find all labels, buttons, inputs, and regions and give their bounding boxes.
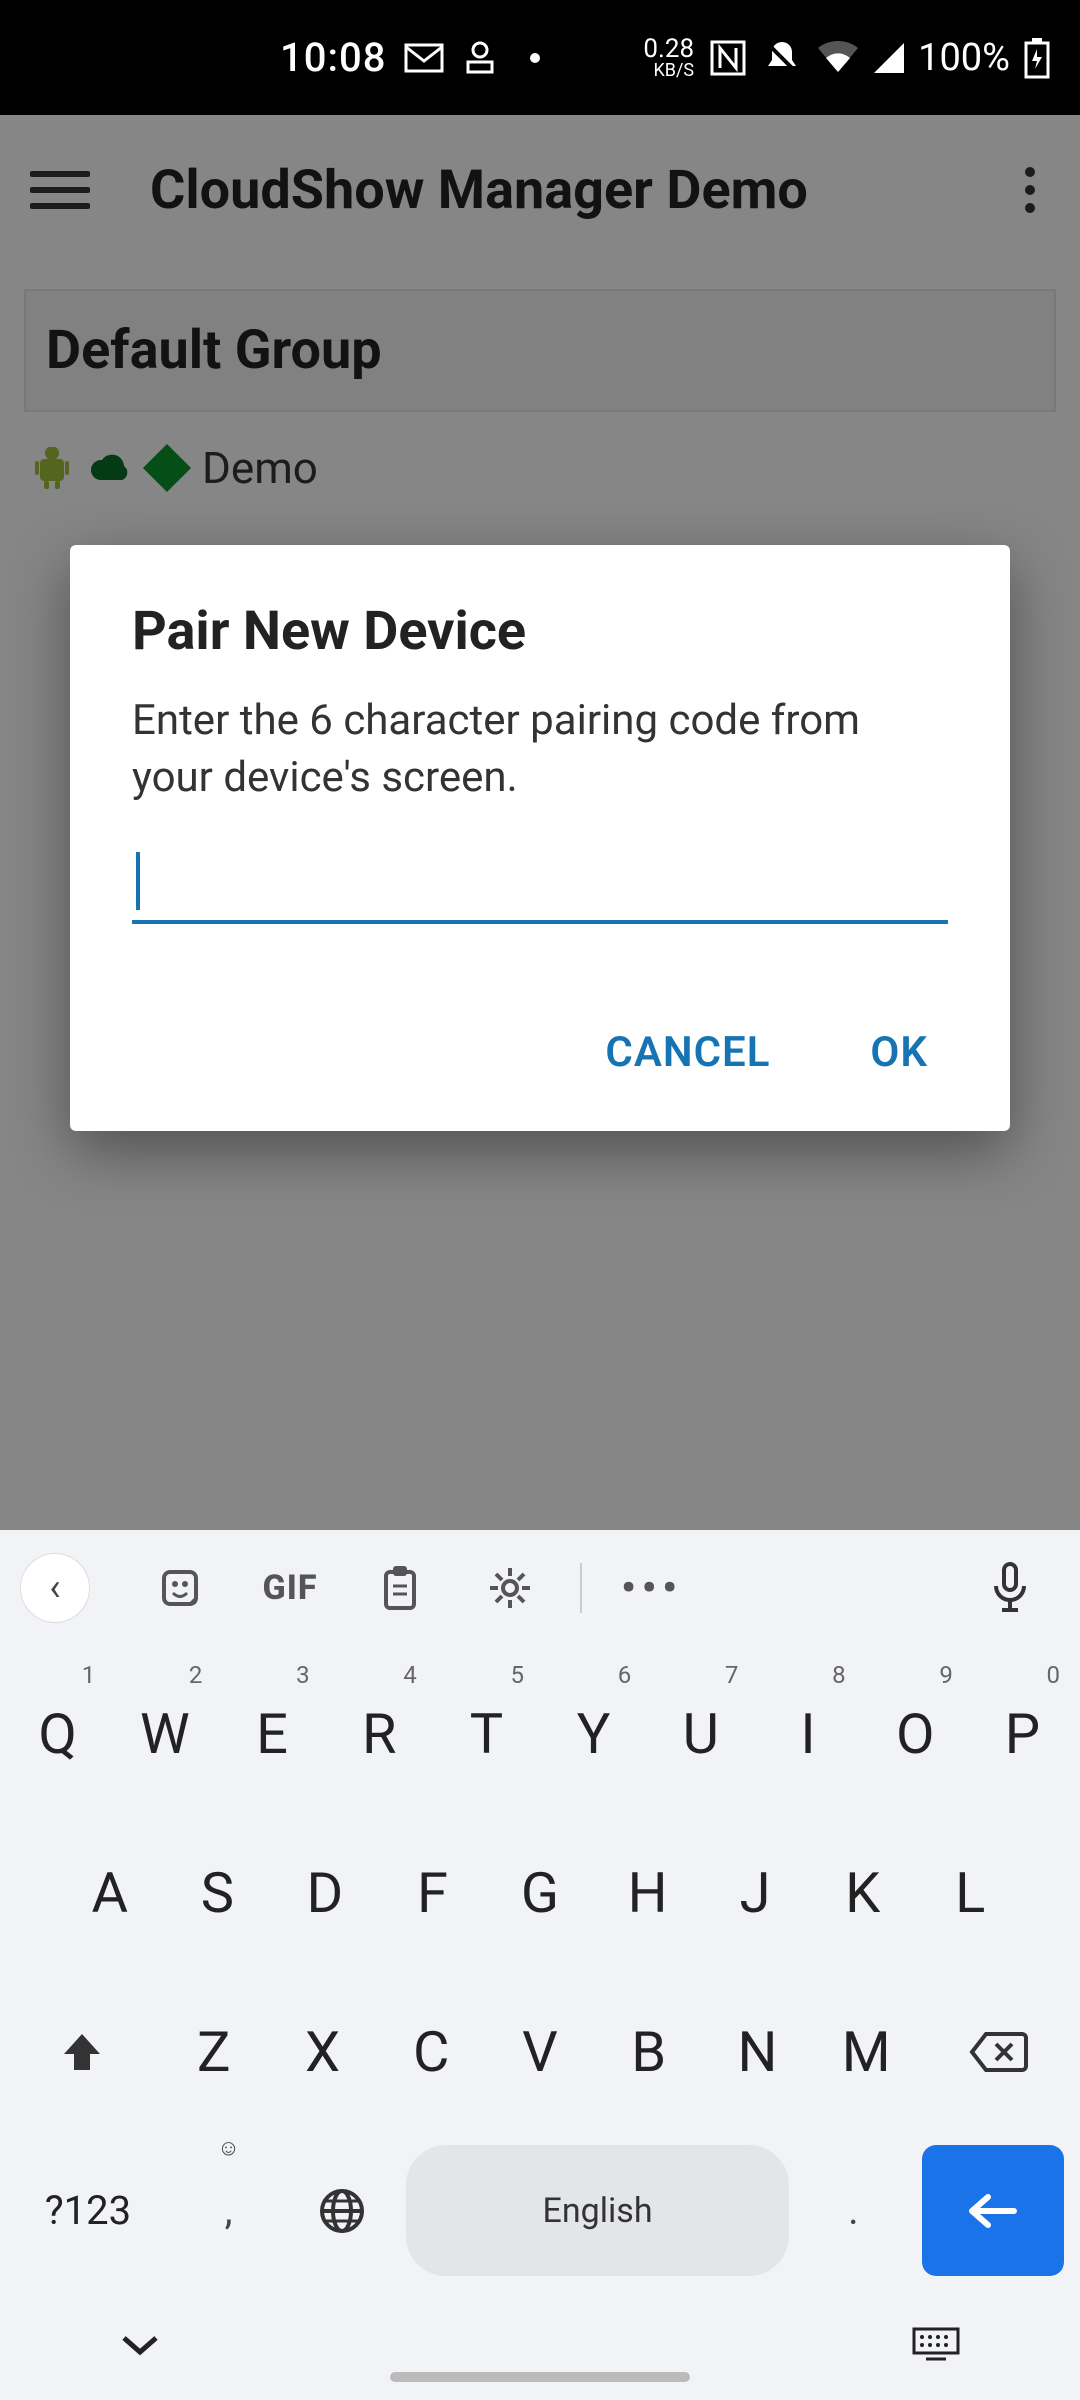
- backspace-key[interactable]: [923, 1973, 1074, 2132]
- keyboard-toolbar: ‹ GIF •••: [0, 1530, 1080, 1645]
- status-bar: 10:08 0.28 KB/S 100%: [0, 0, 1080, 115]
- language-key[interactable]: [287, 2131, 396, 2290]
- nav-collapse-icon[interactable]: [120, 2332, 160, 2358]
- enter-key[interactable]: [922, 2145, 1064, 2276]
- dialog-title: Pair New Device: [132, 600, 948, 663]
- keyboard-row-4: ?123 ☺ , English .: [6, 2131, 1074, 2290]
- space-key[interactable]: English: [406, 2145, 788, 2276]
- key-k[interactable]: K: [811, 1814, 915, 1973]
- shift-key[interactable]: [6, 1973, 157, 2132]
- key-n[interactable]: N: [705, 1973, 810, 2132]
- dialog-body: Enter the 6 character pairing code from …: [132, 693, 948, 806]
- battery-icon: [1024, 37, 1050, 79]
- key-t[interactable]: 5T: [435, 1655, 538, 1814]
- key-u[interactable]: 7U: [649, 1655, 752, 1814]
- pairing-code-input[interactable]: [132, 846, 948, 924]
- emoji-icon: ☺: [217, 2135, 239, 2161]
- key-i[interactable]: 8I: [756, 1655, 859, 1814]
- nav-home-pill[interactable]: [390, 2372, 690, 2382]
- key-g[interactable]: G: [488, 1814, 592, 1973]
- key-f[interactable]: F: [381, 1814, 485, 1973]
- pair-device-dialog: Pair New Device Enter the 6 character pa…: [70, 545, 1010, 1131]
- mic-icon[interactable]: [960, 1548, 1060, 1628]
- notifications-off-icon: [762, 38, 802, 78]
- cancel-button[interactable]: CANCEL: [585, 1014, 790, 1091]
- key-j[interactable]: J: [703, 1814, 807, 1973]
- dot-icon: [530, 53, 540, 63]
- key-c[interactable]: C: [379, 1973, 484, 2132]
- key-s[interactable]: S: [166, 1814, 270, 1973]
- app-update-icon: [462, 40, 498, 76]
- keyboard-more-icon[interactable]: •••: [602, 1548, 702, 1628]
- ok-button[interactable]: OK: [850, 1014, 948, 1091]
- keyboard-row-2: ASDFGHJKL: [6, 1814, 1074, 1973]
- key-w[interactable]: 2W: [113, 1655, 216, 1814]
- key-y[interactable]: 6Y: [542, 1655, 645, 1814]
- comma-key[interactable]: ☺ ,: [174, 2131, 283, 2290]
- key-a[interactable]: A: [58, 1814, 162, 1973]
- key-x[interactable]: X: [270, 1973, 375, 2132]
- network-speed: 0.28 KB/S: [643, 36, 694, 80]
- keyboard-back-icon[interactable]: ‹: [20, 1553, 90, 1623]
- clipboard-icon[interactable]: [350, 1548, 450, 1628]
- keyboard-row-1: 1Q2W3E4R5T6Y7U8I9O0P: [6, 1655, 1074, 1814]
- signal-icon: [874, 43, 904, 73]
- separator: [580, 1563, 582, 1613]
- nfc-icon: [708, 38, 748, 78]
- gif-button[interactable]: GIF: [240, 1548, 340, 1628]
- wifi-icon: [816, 40, 860, 76]
- battery-percent: 100%: [918, 36, 1010, 80]
- sticker-icon[interactable]: [130, 1548, 230, 1628]
- key-e[interactable]: 3E: [220, 1655, 323, 1814]
- key-q[interactable]: 1Q: [6, 1655, 109, 1814]
- soft-keyboard: ‹ GIF ••• 1Q2W3E4R5T6Y7U8I9O0P ASDFGHJKL: [0, 1530, 1080, 2400]
- symbols-key[interactable]: ?123: [6, 2131, 170, 2290]
- key-p[interactable]: 0P: [971, 1655, 1074, 1814]
- key-r[interactable]: 4R: [328, 1655, 431, 1814]
- key-z[interactable]: Z: [161, 1973, 266, 2132]
- status-time: 10:08: [280, 34, 386, 81]
- key-h[interactable]: H: [596, 1814, 700, 1973]
- period-key[interactable]: .: [799, 2131, 908, 2290]
- system-nav-bar: [0, 2290, 1080, 2400]
- key-d[interactable]: D: [273, 1814, 377, 1973]
- settings-icon[interactable]: [460, 1548, 560, 1628]
- nav-keyboard-switch-icon[interactable]: [912, 2327, 960, 2363]
- key-b[interactable]: B: [596, 1973, 701, 2132]
- key-m[interactable]: M: [814, 1973, 919, 2132]
- key-v[interactable]: V: [488, 1973, 593, 2132]
- keyboard-row-3: ZXCVBNM: [6, 1973, 1074, 2132]
- key-l[interactable]: L: [918, 1814, 1022, 1973]
- key-o[interactable]: 9O: [864, 1655, 967, 1814]
- gmail-icon: [404, 43, 444, 73]
